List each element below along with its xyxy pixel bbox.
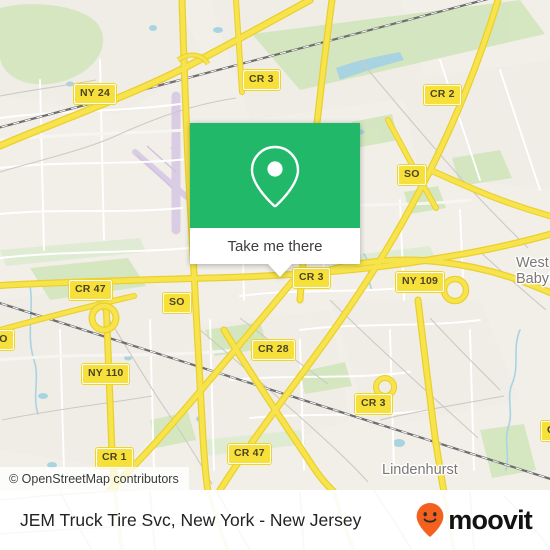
road-shield[interactable]: SO [0, 330, 14, 350]
popup-action-bar[interactable]: Take me there [190, 228, 360, 264]
moovit-logo[interactable]: moovit [415, 502, 533, 538]
road-shield[interactable]: CR [541, 421, 550, 441]
osm-attribution[interactable]: © OpenStreetMap contributors [0, 467, 189, 490]
road-shield[interactable]: NY 110 [82, 364, 130, 384]
place-label-west: West [516, 255, 549, 271]
road-shield[interactable]: CR 47 [228, 444, 271, 464]
destination-popup[interactable]: Take me there [190, 123, 360, 277]
take-me-there-label: Take me there [227, 237, 323, 255]
road-shield[interactable]: CR 2 [424, 85, 461, 105]
place-label-babylon: Babylon [516, 271, 550, 287]
road-shield[interactable]: SO [163, 293, 191, 313]
road-shield[interactable]: CR 47 [69, 280, 112, 300]
road-shield[interactable]: NY 109 [396, 272, 445, 292]
road-shield[interactable]: CR 28 [252, 340, 295, 360]
road-shield[interactable]: CR 1 [96, 448, 133, 468]
map-pin-icon [250, 145, 300, 207]
road-shield[interactable]: CR 3 [243, 70, 280, 90]
attribution-text: © OpenStreetMap contributors [9, 471, 179, 486]
road-shield[interactable]: SO [398, 165, 426, 185]
location-title: JEM Truck Tire Svc, New York - New Jerse… [20, 509, 362, 530]
footer-bar: JEM Truck Tire Svc, New York - New Jerse… [0, 490, 550, 550]
map-canvas[interactable]: CR 3 NY 24 CR 2 SO CR 3 NY 109 CR 47 SO … [0, 0, 550, 490]
road-shield[interactable]: CR 3 [355, 394, 392, 414]
place-label-lindenhurst: Lindenhurst [382, 462, 458, 478]
popup-header [190, 123, 360, 228]
popup-tail-pointer [268, 264, 292, 277]
road-shield[interactable]: CR 3 [293, 268, 330, 288]
road-shield[interactable]: NY 24 [74, 84, 116, 104]
moovit-wordmark: moovit [448, 504, 533, 535]
moovit-map-screenshot: CR 3 NY 24 CR 2 SO CR 3 NY 109 CR 47 SO … [0, 0, 550, 550]
smiling-pin-icon [416, 503, 444, 537]
